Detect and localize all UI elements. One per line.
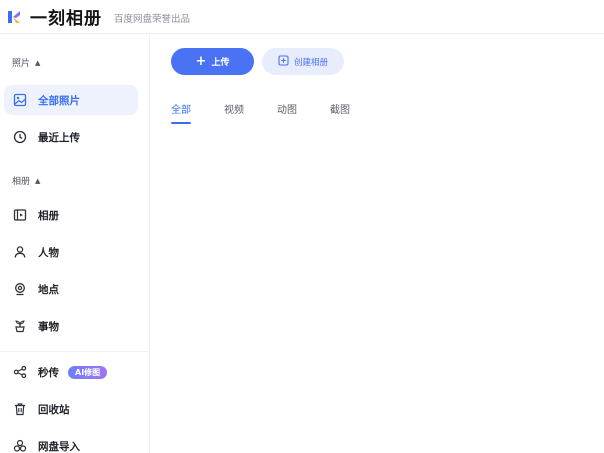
- sidebar-item-label: 回收站: [38, 403, 70, 416]
- person-icon: [12, 245, 27, 260]
- plus-icon: +: [195, 54, 207, 69]
- albums-section-label: 相册: [12, 177, 31, 187]
- sidebar-item-label: 人物: [38, 246, 59, 259]
- caret-up-icon: ▲: [35, 176, 41, 185]
- sidebar-item-things[interactable]: 事物: [4, 311, 138, 341]
- photos-section-label: 照片: [12, 59, 31, 69]
- album-icon: [12, 208, 27, 223]
- clock-icon: [12, 130, 27, 145]
- sidebar-item-albums[interactable]: 相册: [4, 200, 138, 230]
- sidebar-item-label: 网盘导入: [38, 440, 80, 453]
- tab-videos[interactable]: 视频: [224, 101, 244, 124]
- sidebar-item-label: 事物: [38, 320, 59, 333]
- app-logo-icon[interactable]: [6, 9, 22, 25]
- tab-all[interactable]: 全部: [171, 101, 191, 124]
- create-album-button-label: 创建相册: [293, 57, 328, 68]
- share-icon: [12, 365, 27, 380]
- tab-gifs[interactable]: 动图: [277, 101, 297, 124]
- trash-icon: [12, 402, 27, 417]
- sidebar-item-label: 最近上传: [38, 131, 80, 144]
- sidebar-divider: [0, 351, 150, 352]
- plant-icon: [12, 319, 27, 334]
- ai-retouch-badge[interactable]: AI修图: [68, 365, 108, 379]
- sidebar: 照片 ▲ 全部照片 最近上传 相册 ▲ 相册 人物 地点 事物 秒传 AI修图 …: [0, 34, 150, 453]
- add-album-icon: [278, 54, 289, 69]
- create-album-button[interactable]: 创建相册: [262, 48, 344, 75]
- sidebar-item-people[interactable]: 人物: [4, 237, 138, 267]
- photos-section-header[interactable]: 照片 ▲: [12, 56, 41, 70]
- app-tagline: 百度网盘荣誉出品: [114, 14, 191, 25]
- top-bar: 一刻相册 百度网盘荣誉出品: [0, 0, 604, 34]
- sidebar-item-all-photos[interactable]: 全部照片: [4, 85, 138, 115]
- sidebar-item-label: 全部照片: [38, 94, 80, 107]
- sidebar-item-recent-uploads[interactable]: 最近上传: [4, 122, 138, 152]
- media-filter-tabs: 全部 视频 动图 截图: [171, 101, 350, 124]
- upload-button[interactable]: + 上传: [171, 48, 254, 75]
- sidebar-item-instant-upload[interactable]: 秒传 AI修图: [4, 357, 138, 387]
- location-icon: [12, 282, 27, 297]
- cloud-import-icon: [12, 439, 27, 453]
- sidebar-item-label: 地点: [38, 283, 59, 296]
- caret-up-icon: ▲: [35, 58, 41, 67]
- upload-button-label: 上传: [211, 58, 230, 68]
- albums-section-header[interactable]: 相册 ▲: [12, 174, 41, 188]
- app-name[interactable]: 一刻相册: [30, 4, 102, 29]
- sidebar-item-label: 秒传: [38, 366, 59, 379]
- sidebar-item-label: 相册: [38, 209, 59, 222]
- photo-grid-area: [151, 128, 604, 453]
- image-icon: [12, 93, 27, 108]
- sidebar-item-places[interactable]: 地点: [4, 274, 138, 304]
- sidebar-item-netdisk-import[interactable]: 网盘导入: [4, 431, 138, 453]
- tab-screenshots[interactable]: 截图: [330, 101, 350, 124]
- sidebar-item-recycle-bin[interactable]: 回收站: [4, 394, 138, 424]
